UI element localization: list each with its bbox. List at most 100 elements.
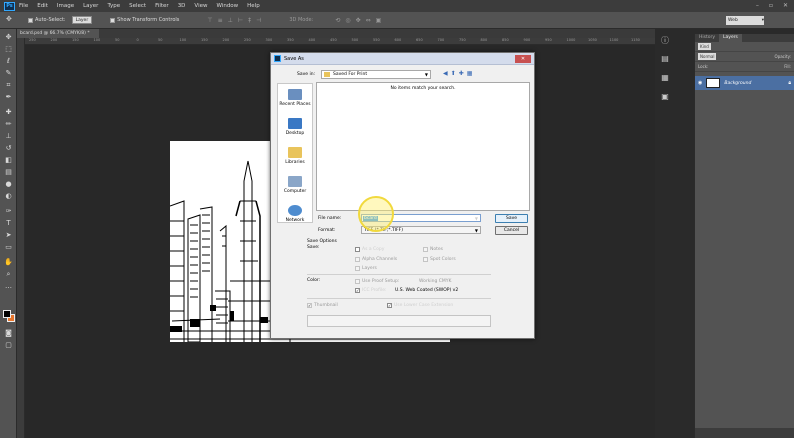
align-right-icon[interactable]: ⊣: [256, 17, 261, 24]
menu-file[interactable]: File: [19, 3, 28, 9]
tab-layers[interactable]: Layers: [719, 34, 742, 42]
gradient-tool-icon[interactable]: ▤: [3, 167, 14, 177]
align-center-icon[interactable]: ‡: [248, 17, 251, 24]
chevron-down-icon[interactable]: ▼: [475, 216, 478, 221]
foreground-color-swatch[interactable]: [3, 310, 11, 318]
shape-tool-icon[interactable]: ▭: [3, 242, 14, 252]
dialog-close-button[interactable]: ✕: [515, 55, 531, 63]
kind-filter-dropdown[interactable]: Kind: [698, 43, 711, 50]
place-computer[interactable]: Computer: [278, 176, 312, 200]
spot-colors-checkbox[interactable]: Spot Colors: [423, 257, 456, 262]
use-proof-setup-checkbox[interactable]: Use Proof Setup:: [355, 279, 399, 284]
tab-history[interactable]: History: [695, 34, 719, 42]
align-top-icon[interactable]: ⊤: [207, 17, 212, 24]
new-folder-icon[interactable]: ✚: [459, 70, 464, 77]
icc-profile-checkbox[interactable]: ✓ ICC Profile:: [355, 288, 387, 293]
align-middle-icon[interactable]: ≡: [218, 17, 223, 24]
healing-tool-icon[interactable]: ✚: [3, 107, 14, 117]
menu-layer[interactable]: Layer: [83, 3, 98, 9]
menu-type[interactable]: Type: [107, 3, 120, 9]
menu-window[interactable]: Window: [216, 3, 238, 9]
ruler-tick-label: 850: [502, 38, 509, 42]
move-tool-icon[interactable]: ✥: [3, 32, 14, 42]
ruler-tick-label: 600: [394, 38, 402, 42]
place-desktop[interactable]: Desktop: [278, 118, 312, 142]
save-in-dropdown[interactable]: Saved For Print ▼: [321, 70, 431, 79]
zoom-tool-icon[interactable]: ⌕: [3, 269, 14, 279]
dodge-tool-icon[interactable]: ◐: [3, 191, 14, 201]
stamp-tool-icon[interactable]: ⊥: [3, 131, 14, 141]
history-brush-tool-icon[interactable]: ↺: [3, 143, 14, 153]
menu-edit[interactable]: Edit: [37, 3, 48, 9]
menu-select[interactable]: Select: [129, 3, 146, 9]
chevron-down-icon: ▾: [761, 18, 764, 23]
quick-mask-icon[interactable]: ◙: [3, 328, 14, 338]
menu-view[interactable]: View: [194, 3, 207, 9]
pen-tool-icon[interactable]: ✑: [3, 206, 14, 216]
close-icon[interactable]: ✕: [783, 2, 788, 9]
place-libraries[interactable]: Libraries: [278, 147, 312, 171]
type-tool-icon[interactable]: T: [3, 218, 14, 228]
menu-3d[interactable]: 3D: [178, 3, 186, 9]
quick-select-tool-icon[interactable]: ✎: [3, 68, 14, 78]
eraser-tool-icon[interactable]: ◧: [3, 155, 14, 165]
file-list[interactable]: No items match your search.: [316, 82, 530, 211]
ruler-tick-label: 500: [351, 38, 359, 42]
brush-tool-icon[interactable]: ✏: [3, 119, 14, 129]
view-menu-icon[interactable]: ▦: [467, 70, 473, 77]
format-label: Format:: [318, 227, 336, 233]
hand-tool-icon[interactable]: ✋: [3, 257, 14, 267]
paths-icon[interactable]: ▣: [658, 92, 672, 104]
lasso-tool-icon[interactable]: ℓ: [3, 56, 14, 66]
place-recent[interactable]: Recent Places: [278, 89, 312, 113]
lower-case-extension-checkbox[interactable]: ✓ Use Lower Case Extension: [387, 303, 453, 308]
auto-select-checkbox[interactable]: [28, 17, 33, 23]
move-tool-icon[interactable]: ✥: [6, 15, 18, 25]
channels-icon[interactable]: ▦: [658, 73, 672, 85]
screen-mode-icon[interactable]: ▢: [3, 340, 14, 350]
auto-select-dropdown[interactable]: Layer: [71, 16, 93, 24]
blur-tool-icon[interactable]: ●: [3, 179, 14, 189]
menu-filter[interactable]: Filter: [155, 3, 169, 9]
slide-3d-icon[interactable]: ⇔: [366, 17, 371, 24]
thumbnail-checkbox[interactable]: ✓ Thumbnail: [307, 303, 338, 308]
document-tab[interactable]: bcard.psd @ 66.7% (CMYK/8) *: [17, 29, 99, 38]
align-bottom-icon[interactable]: ⊥: [228, 17, 233, 24]
menu-help[interactable]: Help: [247, 3, 260, 9]
network-icon: [288, 205, 302, 216]
crop-tool-icon[interactable]: ⌗: [3, 80, 14, 90]
layers-checkbox[interactable]: Layers: [355, 266, 377, 271]
minimize-icon[interactable]: –: [756, 2, 759, 9]
info-icon[interactable]: ⓘ: [658, 35, 672, 47]
photoshop-logo[interactable]: Ps: [4, 1, 15, 11]
as-copy-checkbox[interactable]: As a Copy: [355, 247, 384, 252]
layer-row-background[interactable]: ◉ Background 🔒︎: [695, 76, 794, 90]
blend-mode-dropdown[interactable]: Normal: [698, 53, 717, 60]
show-transform-checkbox[interactable]: [110, 17, 116, 23]
marquee-tool-icon[interactable]: ⬚: [3, 44, 14, 54]
scale-3d-icon[interactable]: ▣: [376, 17, 382, 24]
eyedropper-tool-icon[interactable]: ✒: [3, 92, 14, 102]
rotate-3d-icon[interactable]: ⟲: [335, 17, 340, 24]
layers-panel-footer: [695, 428, 794, 438]
save-button[interactable]: Save: [495, 214, 528, 223]
up-folder-icon[interactable]: ⬆: [451, 70, 456, 77]
alpha-channels-checkbox[interactable]: Alpha Channels: [355, 257, 397, 262]
eye-icon[interactable]: ◉: [698, 80, 702, 86]
notes-checkbox[interactable]: Notes: [423, 247, 443, 252]
path-select-tool-icon[interactable]: ➤: [3, 230, 14, 240]
cancel-button[interactable]: Cancel: [495, 226, 528, 235]
checkbox-label: ICC Profile:: [362, 288, 387, 293]
properties-icon[interactable]: ▤: [658, 54, 672, 66]
back-icon[interactable]: ◀: [443, 70, 448, 77]
roll-3d-icon[interactable]: ◎: [345, 17, 350, 24]
workspace-dropdown[interactable]: Web ▾: [726, 16, 764, 25]
places-sidebar: Recent Places Desktop Libraries Computer…: [277, 83, 313, 223]
menu-image[interactable]: Image: [57, 3, 74, 9]
drag-3d-icon[interactable]: ✥: [356, 17, 361, 24]
align-left-icon[interactable]: ⊢: [238, 17, 243, 24]
maximize-icon[interactable]: ▫: [769, 2, 773, 9]
more-tools-icon[interactable]: …: [3, 281, 14, 291]
place-network[interactable]: Network: [278, 205, 312, 229]
ruler-tick-label: 50: [115, 38, 120, 42]
